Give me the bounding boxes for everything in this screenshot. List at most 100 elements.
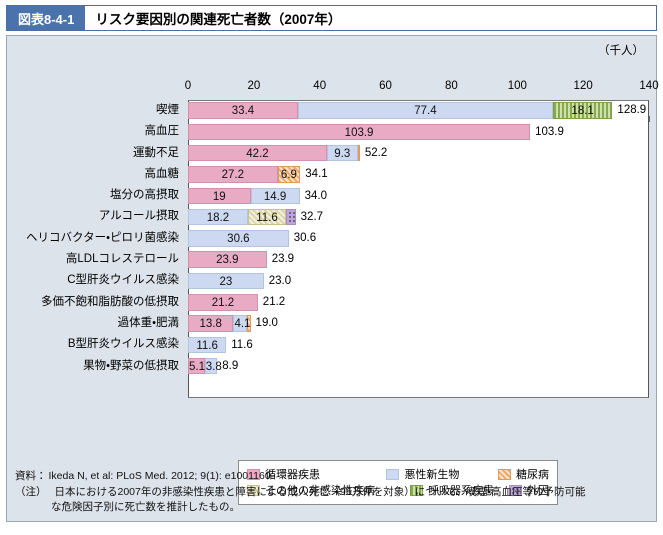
bar-total-label: 23.9 <box>271 253 295 266</box>
note-line: （注） 日本における2007年の非感染性疾患と障害による成人死亡（96万件を対象… <box>15 485 648 500</box>
bar-row: 30.6 30.6 <box>188 228 649 249</box>
x-axis-tick-label: 0 <box>184 80 192 92</box>
bar-segment-cardio: 27.2 <box>188 166 278 183</box>
category-label: 高血糖 <box>144 167 180 180</box>
bar-track: 27.2 6.9 34.1 <box>188 166 328 183</box>
bar-segment-value: 23.9 <box>216 254 239 267</box>
bar-segment-value: 11.6 <box>256 211 278 224</box>
bar-segment-value: 23 <box>219 275 233 288</box>
y-axis-category-labels: 喫煙 高血圧 運動不足 高血糖 塩分の高摂取 アルコール摂取 ヘリコバクター・ピロリ菌感染高… <box>7 100 185 377</box>
bar-track: 21.2 21.2 <box>188 294 285 311</box>
category-label: 高血圧 <box>144 125 180 138</box>
axis-unit-label: （千人） <box>598 45 644 57</box>
bar-row: 27.2 6.9 34.1 <box>188 164 649 185</box>
bar-segment-cancer: 18.2 <box>188 208 248 226</box>
bar-segment-cancer: 4.1 <box>233 315 251 332</box>
bar-total-label: 21.2 <box>262 296 286 309</box>
bar-segment-value: 21.2 <box>211 297 235 310</box>
bar-segment-cancer: 11.6 <box>188 336 227 354</box>
bar-segment-value: 4.1 <box>234 318 251 331</box>
bar-segment-cancer: 14.9 <box>250 187 300 205</box>
bar-segment-value: 9.3 <box>334 147 351 160</box>
bar-total-label: 19.0 <box>255 317 278 330</box>
bar-segment-cardio: 42.2 <box>188 144 327 162</box>
category-label: 過体重・肥満 <box>117 316 179 329</box>
bar-segment-cardio: 33.4 <box>188 102 298 119</box>
x-axis-tick-label: 40 <box>313 80 327 92</box>
bar-row: 5.13.88.9 <box>188 356 649 377</box>
category-label: C型肝炎ウイルス感染 <box>67 274 179 287</box>
category-label: B型肝炎ウイルス感染 <box>67 338 179 351</box>
bar-row: 18.2 11.6 32.7 <box>188 206 649 227</box>
note-label: （注） <box>15 485 47 498</box>
bar-segment-value: 33.4 <box>231 105 255 118</box>
category-label: 運動不足 <box>133 146 179 159</box>
bar-segment-value: 42.2 <box>246 147 269 160</box>
bar-segment-cardio: 23.9 <box>188 251 267 268</box>
bar-segment-value: 3.8 <box>205 360 222 373</box>
source-text: Ikeda N, et al: PLoS Med. 2012; 9(1): e1… <box>48 470 274 483</box>
bar-track: 42.2 9.3 52.2 <box>188 144 387 162</box>
bar-track: 18.2 11.6 32.7 <box>188 208 324 226</box>
x-axis-tick-label: 80 <box>445 80 458 92</box>
bar-segment-value: 103.9 <box>344 126 374 139</box>
bar-row: 103.9 103.9 <box>188 121 649 142</box>
bar-segment-cardio: 103.9 <box>188 123 531 141</box>
category-label: アルコール摂取 <box>98 210 179 223</box>
bar-total-label: 103.9 <box>535 125 564 138</box>
category-label: 高LDLコレステロール <box>65 253 179 266</box>
bar-segment-cancer: 30.6 <box>188 230 289 247</box>
bar-track: 11.6 11.6 <box>188 336 253 354</box>
bar-total-label: 32.7 <box>300 210 324 223</box>
bar-segment-cancer: 9.3 <box>326 144 358 162</box>
figure-notes: 資料： Ikeda N, et al: PLoS Med. 2012; 9(1)… <box>15 469 648 515</box>
bar-total-label: 30.6 <box>293 232 317 245</box>
category-label: 多価不飽和脂肪酸の低摂取 <box>41 295 179 308</box>
category-label: 果物・野菜の低摂取 <box>83 359 179 372</box>
figure-number: 図表8-4-1 <box>7 6 86 30</box>
bar-segment-value: 14.9 <box>263 190 287 203</box>
bar-segment-value: 6.9 <box>280 169 297 182</box>
bar-total-label: 128.9 <box>617 104 647 117</box>
bar-segment-cancer: 3.8 <box>204 357 222 375</box>
bar-segment-external <box>286 208 296 226</box>
x-axis-tick-label: 120 <box>573 80 593 92</box>
bar-track: 23 23.0 <box>188 272 292 290</box>
figure-header: 図表8-4-1 リスク要因別の関連死亡者数（2007年） <box>6 5 657 31</box>
bar-segment-value: 18.1 <box>571 105 594 118</box>
bar-track: 19 14.9 34.0 <box>188 187 327 205</box>
bar-track: 5.13.88.9 <box>188 357 238 375</box>
bar-total-label: 34.1 <box>305 168 328 181</box>
bar-row: 23 23.0 <box>188 270 649 291</box>
bar-segment-cardio: 5.1 <box>188 357 205 375</box>
legend-swatch-external <box>509 484 522 496</box>
bar-segment-value: 77.4 <box>414 105 437 118</box>
bar-row: 19 14.9 34.0 <box>188 185 649 206</box>
source-line: 資料： Ikeda N, et al: PLoS Med. 2012; 9(1)… <box>15 469 648 484</box>
bar-total-label: 23.0 <box>268 274 292 287</box>
source-label: 資料： <box>15 470 47 483</box>
bar-segment-cardio: 19 <box>188 187 251 205</box>
x-axis-tick-label: 140 <box>639 80 659 92</box>
bar-segment-cardio: 21.2 <box>188 294 258 311</box>
bar-segment-value: 13.8 <box>199 318 222 331</box>
x-axis-tick-label: 100 <box>507 80 527 92</box>
bar-track: 33.4 77.4 18.1 128.9 <box>188 102 646 119</box>
bar-total-label: 11.6 <box>231 338 253 351</box>
bar-track: 13.8 4.1 19.0 <box>188 315 278 332</box>
note-text: 日本における2007年の非感染性疾患と障害による成人死亡（96万件を対象）につい… <box>54 485 586 498</box>
category-label: 塩分の高摂取 <box>110 189 179 202</box>
bar-row: 33.4 77.4 18.1 128.9 <box>188 100 649 121</box>
bar-segment-value: 27.2 <box>221 169 244 182</box>
bar-segment-diabetes <box>357 144 360 162</box>
x-axis-tick-label: 20 <box>247 80 261 92</box>
bar-segment-diabetes: 6.9 <box>277 166 301 183</box>
bar-segment-value: 30.6 <box>227 233 250 246</box>
bar-track: 23.9 23.9 <box>188 251 294 268</box>
bar-segment-othernc: 11.6 <box>247 208 287 226</box>
bar-track: 103.9 103.9 <box>188 123 564 141</box>
bar-row: 23.9 23.9 <box>188 249 649 270</box>
bar-segment-cancer: 23 <box>188 272 264 290</box>
category-label: 喫煙 <box>156 104 179 116</box>
bar-segment-value: 19 <box>212 190 226 203</box>
